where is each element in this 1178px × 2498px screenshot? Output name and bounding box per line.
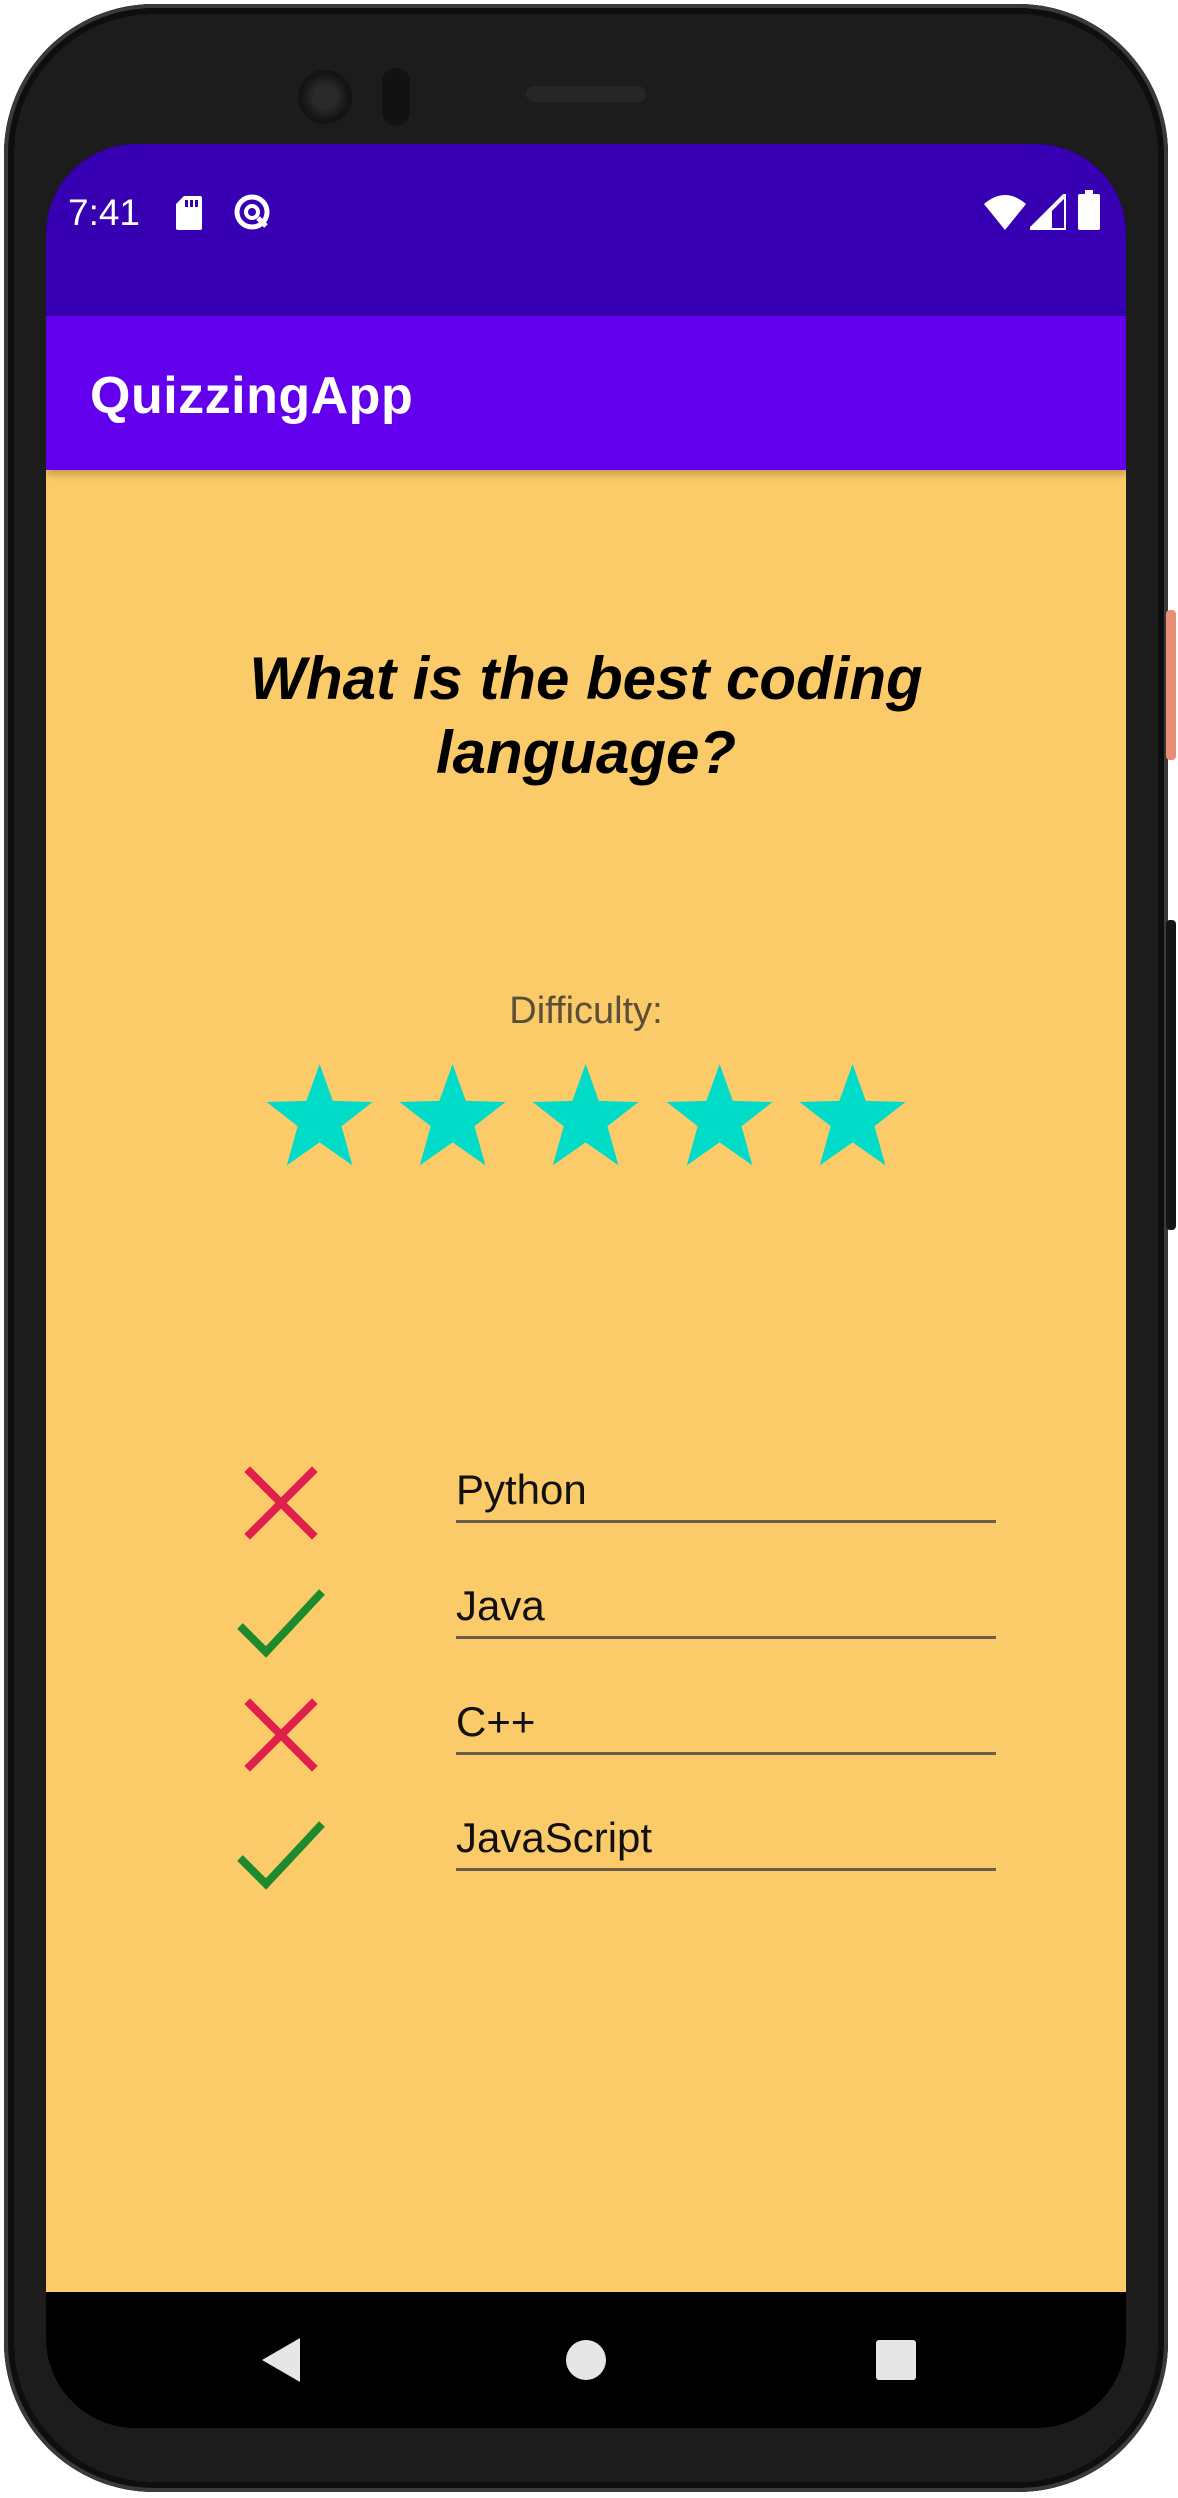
app-bar: QuizzingApp xyxy=(46,316,1126,470)
battery-icon xyxy=(1078,190,1100,230)
answer-text: Java xyxy=(456,1582,545,1629)
answer-field-cpp[interactable]: C++ xyxy=(456,1690,996,1755)
answer-field-python[interactable]: Python xyxy=(456,1458,996,1523)
wifi-icon xyxy=(984,195,1026,230)
power-button xyxy=(1166,920,1176,1230)
star-icon[interactable] xyxy=(662,1058,777,1176)
difficulty-label: Difficulty: xyxy=(509,990,663,1032)
star-icon[interactable] xyxy=(262,1058,377,1176)
answer-text: JavaScript xyxy=(456,1814,653,1861)
answer-field-javascript[interactable]: JavaScript xyxy=(456,1806,996,1871)
answer-row: Python xyxy=(236,1450,996,1566)
home-icon[interactable] xyxy=(554,2328,618,2392)
answer-row: Java xyxy=(236,1566,996,1682)
star-icon[interactable] xyxy=(528,1058,643,1176)
difficulty-rating-bar[interactable] xyxy=(262,1058,910,1178)
signal-icon xyxy=(1030,194,1066,230)
answer-text: C++ xyxy=(456,1698,536,1745)
question-text: What is the best coding language? xyxy=(249,645,923,786)
earpiece-speaker xyxy=(526,86,646,102)
answers-list: Python Java C++ JavaScript xyxy=(236,1450,996,1914)
answer-row: JavaScript xyxy=(236,1798,996,1914)
data-saver-icon xyxy=(234,194,270,230)
status-time: 7:41 xyxy=(68,192,141,233)
star-icon[interactable] xyxy=(795,1058,910,1176)
answer-row: C++ xyxy=(236,1682,996,1798)
status-bar: 7:41 xyxy=(46,144,1126,316)
check-icon[interactable] xyxy=(236,1806,326,1896)
answer-text: Python xyxy=(456,1466,587,1513)
star-icon[interactable] xyxy=(395,1058,510,1176)
back-icon[interactable] xyxy=(250,2328,314,2392)
screen: 7:41 QuizzingApp What is the best coding… xyxy=(46,144,1126,2428)
proximity-sensor xyxy=(382,68,410,126)
answer-field-java[interactable]: Java xyxy=(456,1574,996,1639)
volume-button xyxy=(1166,610,1176,760)
cross-icon[interactable] xyxy=(236,1690,326,1780)
front-camera xyxy=(298,70,352,124)
check-icon[interactable] xyxy=(236,1574,326,1664)
navigation-bar xyxy=(46,2292,1126,2428)
quiz-content: What is the best coding language? Diffic… xyxy=(46,470,1126,2292)
recents-icon[interactable] xyxy=(864,2328,928,2392)
sd-card-icon xyxy=(176,196,202,230)
app-title: QuizzingApp xyxy=(90,367,414,425)
cross-icon[interactable] xyxy=(236,1458,326,1548)
